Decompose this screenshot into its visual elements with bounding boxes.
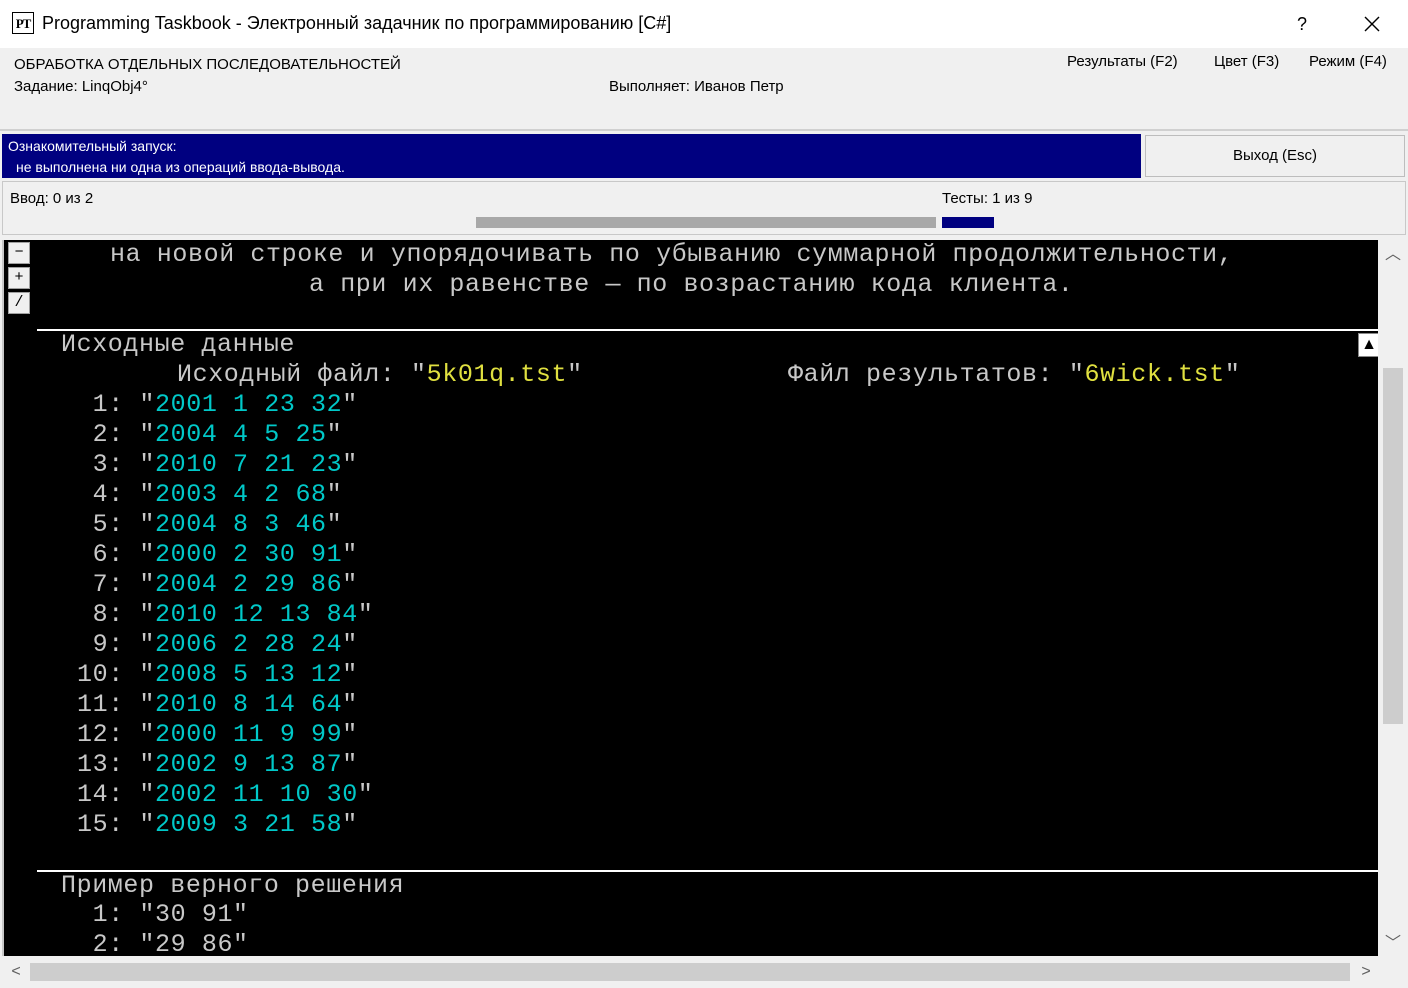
window-title: Programming Taskbook - Электронный задач… <box>42 13 672 33</box>
student-label: Выполняет: Иванов Петр <box>609 78 784 95</box>
row-value: 2010 8 14 64 <box>155 690 343 719</box>
row-number: 7: <box>77 570 124 599</box>
section-title: ОБРАБОТКА ОТДЕЛЬНЫХ ПОСЛЕДОВАТЕЛЬНОСТЕЙ <box>14 56 401 73</box>
data-row: 14: "2002 11 10 30" <box>77 780 374 809</box>
row-number: 9: <box>77 630 124 659</box>
data-row: 7: "2004 2 29 86" <box>77 570 358 599</box>
results-menu[interactable]: Результаты (F2) <box>1067 53 1178 70</box>
tests-progress-bar <box>942 217 994 228</box>
status-panel: Ознакомительный запуск: не выполнена ни … <box>2 134 1141 178</box>
row-value: 2009 3 21 58 <box>155 810 343 839</box>
status-message: не выполнена ни одна из операций ввода-в… <box>16 159 345 175</box>
data-row: 15: "2009 3 21 58" <box>77 810 358 839</box>
row-value: 2004 2 29 86 <box>155 570 343 599</box>
result-file-name: 6wick.tst <box>1084 360 1225 389</box>
row-number: 13: <box>77 750 124 779</box>
data-row: 2: "2004 4 5 25" <box>77 420 343 449</box>
horizontal-scroll-thumb[interactable] <box>30 963 1350 981</box>
row-number: 1: <box>77 390 124 419</box>
row-value: 2000 11 9 99 <box>155 720 343 749</box>
row-number: 12: <box>77 720 124 749</box>
data-row: 13: "2002 9 13 87" <box>77 750 358 779</box>
result-file-line: Файл результатов: "6wick.tst" <box>788 360 1241 389</box>
input-progress-bar <box>476 217 936 228</box>
data-row: 5: "2004 8 3 46" <box>77 510 343 539</box>
row-value: 2008 5 13 12 <box>155 660 343 689</box>
app-icon: PT <box>12 12 34 34</box>
row-value: 2010 7 21 23 <box>155 450 343 479</box>
row-number: 4: <box>77 480 124 509</box>
mode-menu[interactable]: Режим (F4) <box>1309 53 1387 70</box>
row-value: 30 91 <box>155 900 234 929</box>
data-row: 1: "2001 1 23 32" <box>77 390 358 419</box>
row-number: 2: <box>77 930 124 956</box>
row-value: 2003 4 2 68 <box>155 480 327 509</box>
vertical-scrollbar[interactable]: ︿ ﹀ <box>1380 240 1406 956</box>
title-bar: PT Programming Taskbook - Электронный за… <box>0 0 1408 49</box>
decrease-font-button[interactable]: − <box>8 242 30 264</box>
row-value: 2006 2 28 24 <box>155 630 343 659</box>
data-row: 4: "2003 4 2 68" <box>77 480 343 509</box>
input-file-name: 5k01q.tst <box>426 360 568 389</box>
row-value: 2002 9 13 87 <box>155 750 343 779</box>
data-row: 12: "2000 11 9 99" <box>77 720 358 749</box>
row-number: 15: <box>77 810 124 839</box>
task-header: ОБРАБОТКА ОТДЕЛЬНЫХ ПОСЛЕДОВАТЕЛЬНОСТЕЙ … <box>0 48 1408 130</box>
header-divider <box>0 129 1408 131</box>
scroll-down-arrow-icon[interactable]: ﹀ <box>1383 934 1403 954</box>
data-row: 3: "2010 7 21 23" <box>77 450 358 479</box>
result-file-label: Файл результатов: <box>788 360 1069 389</box>
progress-area: Ввод: 0 из 2 Тесты: 1 из 9 <box>2 181 1406 235</box>
row-value: 2000 2 30 91 <box>155 540 343 569</box>
data-row: 2: "29 86" <box>77 930 249 956</box>
data-row: 11: "2010 8 14 64" <box>77 690 358 719</box>
row-number: 10: <box>77 660 124 689</box>
tests-counter: Тесты: 1 из 9 <box>942 190 1033 207</box>
scroll-right-arrow-icon[interactable]: > <box>1356 962 1376 982</box>
data-row: 9: "2006 2 28 24" <box>77 630 358 659</box>
input-section-title: Исходные данные <box>61 330 296 359</box>
data-row: 8: "2010 12 13 84" <box>77 600 374 629</box>
input-file-label: Исходный файл: <box>177 360 412 389</box>
scroll-left-arrow-icon[interactable]: < <box>6 962 26 982</box>
row-value: 2001 1 23 32 <box>155 390 343 419</box>
data-row: 1: "30 91" <box>77 900 249 929</box>
row-number: 3: <box>77 450 124 479</box>
example-section-title: Пример верного решения <box>61 871 405 900</box>
task-console[interactable]: − + / на новой строке и упорядочивать по… <box>2 240 1378 956</box>
row-number: 1: <box>77 900 124 929</box>
file-info-line: Исходный файл: "5k01q.tst" <box>177 360 583 389</box>
close-button[interactable] <box>1348 8 1396 40</box>
row-value: 2002 11 10 30 <box>155 780 358 809</box>
row-value: 2004 8 3 46 <box>155 510 327 539</box>
row-number: 6: <box>77 540 124 569</box>
data-row: 10: "2008 5 13 12" <box>77 660 358 689</box>
description-line: а при их равенстве — по возрастанию кода… <box>309 270 1074 299</box>
horizontal-scrollbar[interactable]: < > <box>2 957 1406 987</box>
row-number: 5: <box>77 510 124 539</box>
increase-font-button[interactable]: + <box>8 267 30 289</box>
description-line: на новой строке и упорядочивать по убыва… <box>110 240 1234 269</box>
help-button[interactable]: ? <box>1284 10 1320 38</box>
row-number: 2: <box>77 420 124 449</box>
row-number: 14: <box>77 780 124 809</box>
row-number: 11: <box>77 690 124 719</box>
input-counter: Ввод: 0 из 2 <box>10 190 94 207</box>
row-value: 2004 4 5 25 <box>155 420 327 449</box>
scroll-up-button[interactable]: ▲ <box>1358 333 1378 357</box>
task-label: Задание: LinqObj4° <box>14 78 148 95</box>
close-icon <box>1364 16 1380 32</box>
status-title: Ознакомительный запуск: <box>8 138 177 154</box>
vertical-scroll-thumb[interactable] <box>1383 368 1403 724</box>
scroll-up-arrow-icon[interactable]: ︿ <box>1383 245 1403 265</box>
data-row: 6: "2000 2 30 91" <box>77 540 358 569</box>
row-value: 29 86 <box>155 930 234 956</box>
row-number: 8: <box>77 600 124 629</box>
toggle-view-button[interactable]: / <box>8 292 30 314</box>
tests-progress-fill <box>942 217 994 228</box>
row-value: 2010 12 13 84 <box>155 600 358 629</box>
color-menu[interactable]: Цвет (F3) <box>1214 53 1279 70</box>
exit-button[interactable]: Выход (Esc) <box>1145 135 1405 177</box>
